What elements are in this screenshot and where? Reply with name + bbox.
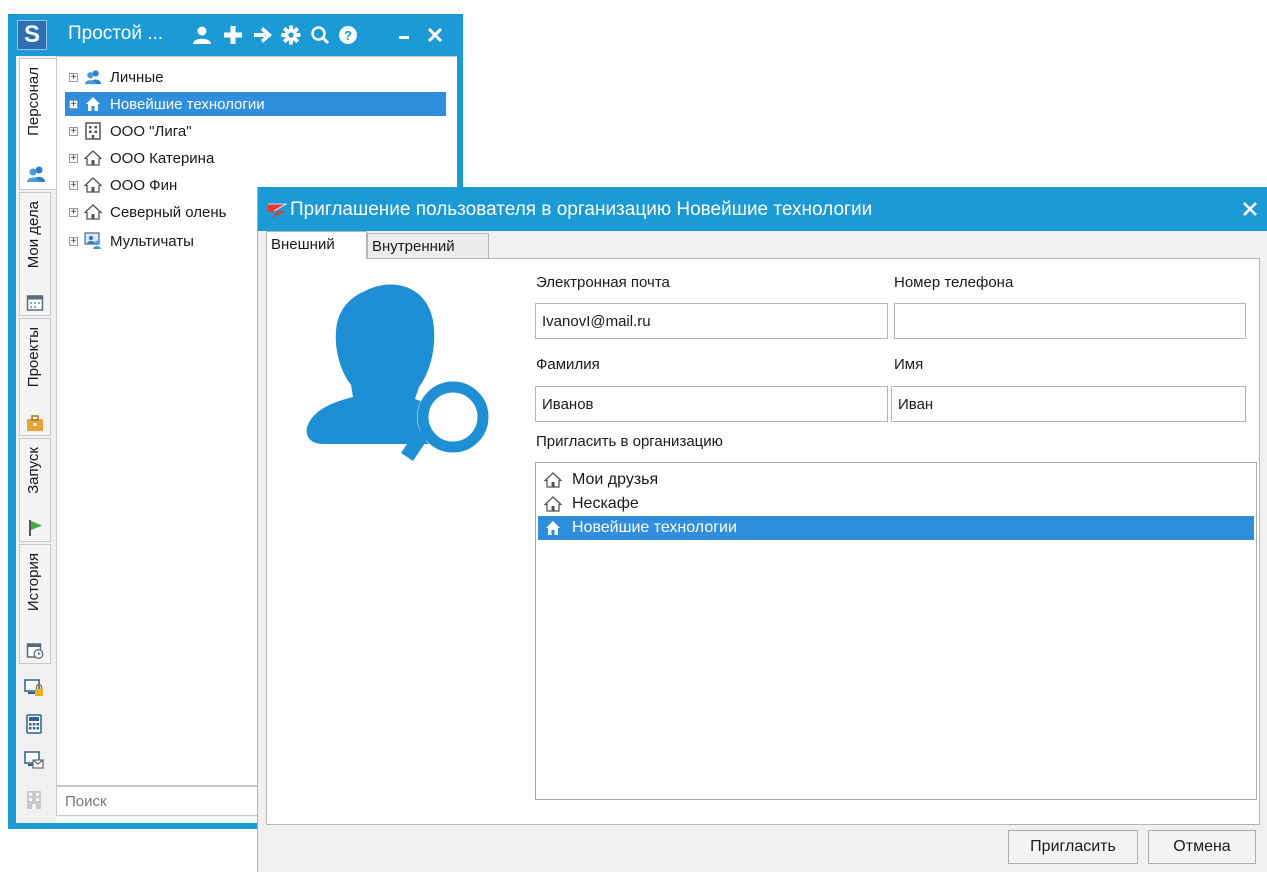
- expand-icon[interactable]: +: [69, 72, 78, 82]
- flag-icon: [26, 519, 46, 537]
- tab-external[interactable]: Внешний: [266, 231, 367, 259]
- minimize-icon[interactable]: [393, 24, 415, 46]
- cancel-button[interactable]: Отмена: [1148, 830, 1256, 864]
- tab-history-label: История: [25, 553, 42, 612]
- invite-dialog: Приглашение пользователя в организацию Н…: [257, 187, 1267, 872]
- users-icon: [84, 68, 102, 86]
- tab-internal[interactable]: Внутренний: [367, 233, 489, 258]
- user-search-icon: [303, 279, 503, 464]
- home-icon: [544, 471, 562, 489]
- tab-launch[interactable]: Запуск: [19, 438, 51, 542]
- lastname-label: Фамилия: [536, 356, 600, 373]
- firstname-label: Имя: [894, 356, 924, 373]
- app-logo-icon: [266, 202, 288, 220]
- email-field[interactable]: [535, 303, 888, 339]
- dialog-title: Приглашение пользователя в организацию Н…: [290, 199, 873, 220]
- tab-my-tasks[interactable]: Мои дела: [19, 192, 51, 316]
- home-icon: [84, 95, 102, 113]
- org-item-label: Новейшие технологии: [572, 519, 737, 536]
- tab-projects-label: Проекты: [25, 327, 42, 388]
- building-icon[interactable]: [24, 790, 44, 810]
- arrow-right-icon[interactable]: [252, 24, 274, 46]
- tab-personnel-label: Персонал: [25, 67, 42, 136]
- home-icon: [84, 149, 102, 167]
- phone-field[interactable]: [894, 303, 1246, 339]
- org-label: Пригласить в организацию: [536, 433, 723, 450]
- tree-item-personal[interactable]: + Личные: [63, 65, 453, 89]
- expand-icon[interactable]: +: [69, 207, 78, 217]
- main-window-title: Простой ...: [68, 23, 164, 44]
- tree-item-newest-tech[interactable]: + Новейшие технологии: [65, 92, 446, 116]
- invite-button[interactable]: Пригласить: [1008, 830, 1138, 864]
- calendar-icon: [26, 293, 46, 311]
- users-icon: [26, 165, 46, 183]
- tab-personnel[interactable]: Персонал: [19, 58, 56, 190]
- vertical-tabs: Персонал Мои дела Проекты Запуск История: [16, 56, 56, 823]
- email-label: Электронная почта: [536, 274, 670, 291]
- tree-item-label: Новейшие технологии: [110, 95, 265, 113]
- tree-item-label: Личные: [110, 68, 164, 86]
- home-icon: [84, 176, 102, 194]
- tree-item-katerina[interactable]: + ООО Катерина: [63, 146, 453, 170]
- tree-item-label: Северный олень: [110, 203, 227, 221]
- home-icon: [84, 203, 102, 221]
- expand-icon[interactable]: +: [69, 236, 78, 246]
- tab-my-tasks-label: Мои дела: [25, 201, 42, 269]
- tab-history[interactable]: История: [19, 544, 51, 664]
- main-titlebar: S Простой ... ?: [8, 14, 463, 56]
- home-icon: [544, 495, 562, 513]
- dialog-content: Электронная почта Номер телефона Фамилия…: [266, 258, 1260, 825]
- org-item-label: Мои друзья: [572, 471, 659, 488]
- list-item[interactable]: Новейшие технологии: [538, 516, 1254, 540]
- building-icon: [84, 122, 102, 140]
- history-icon: [26, 641, 46, 659]
- tree-item-label: ООО Катерина: [110, 149, 215, 167]
- add-icon[interactable]: [222, 24, 244, 46]
- expand-icon[interactable]: +: [69, 126, 78, 136]
- list-item[interactable]: Мои друзья: [538, 468, 1254, 492]
- phone-label: Номер телефона: [894, 274, 1014, 291]
- tree-item-label: Мультичаты: [110, 232, 194, 250]
- calculator-icon[interactable]: [24, 714, 44, 734]
- computer-lock-icon[interactable]: [24, 678, 44, 698]
- home-icon: [544, 519, 562, 537]
- close-icon[interactable]: [424, 24, 446, 46]
- firstname-field[interactable]: [891, 386, 1246, 422]
- org-item-label: Нескафе: [572, 495, 639, 512]
- tree-item-liga[interactable]: + ООО "Лига": [63, 119, 453, 143]
- dialog-titlebar: Приглашение пользователя в организацию Н…: [258, 187, 1267, 231]
- svg-text:?: ?: [344, 28, 352, 43]
- expand-icon[interactable]: +: [69, 153, 78, 163]
- organization-list[interactable]: Мои друзья Нескафе Новейшие технологии: [535, 462, 1257, 800]
- list-item[interactable]: Нескафе: [538, 492, 1254, 516]
- tree-item-label: ООО Фин: [110, 176, 178, 194]
- app-logo: S: [17, 20, 47, 50]
- expand-icon[interactable]: +: [69, 99, 78, 109]
- chat-group-icon: [84, 232, 102, 250]
- lastname-field[interactable]: [535, 386, 888, 422]
- computer-mail-icon[interactable]: [24, 750, 44, 770]
- gear-icon[interactable]: [280, 24, 302, 46]
- expand-icon[interactable]: +: [69, 180, 78, 190]
- tab-projects[interactable]: Проекты: [19, 318, 51, 436]
- tree-item-label: ООО "Лига": [110, 122, 192, 140]
- close-icon[interactable]: [1243, 199, 1257, 222]
- briefcase-icon: [26, 414, 46, 432]
- help-icon[interactable]: ?: [337, 24, 359, 46]
- tab-launch-label: Запуск: [25, 447, 42, 494]
- user-icon[interactable]: [191, 24, 213, 46]
- search-icon[interactable]: [309, 24, 331, 46]
